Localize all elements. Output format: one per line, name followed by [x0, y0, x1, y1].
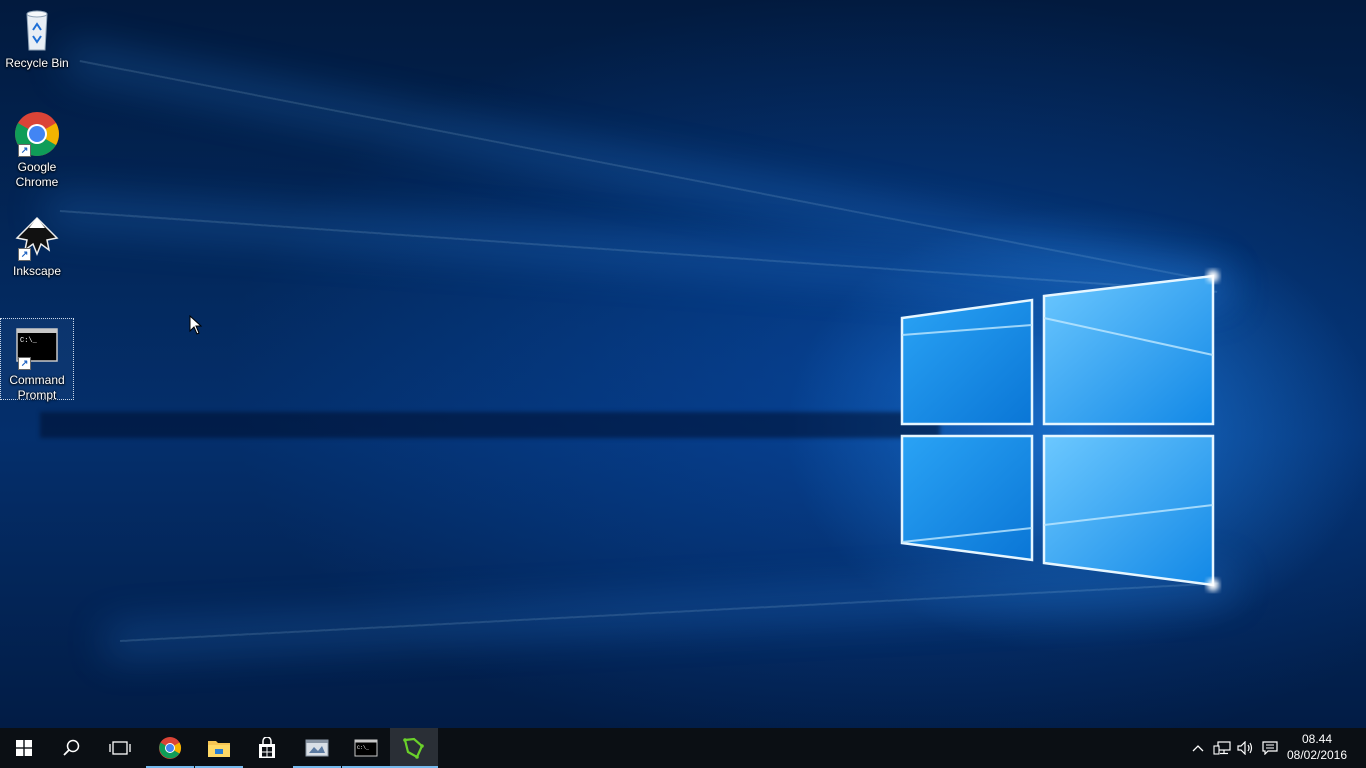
taskbar-chrome-button[interactable] [146, 728, 194, 768]
desktop[interactable]: Recycle Bin ↗ Google Chrome ↗ Inkscape C… [0, 0, 1366, 728]
chrome-icon [159, 737, 181, 759]
search-button[interactable] [48, 728, 96, 768]
taskbar: C:\_ 08.44 08/02/2016 [0, 728, 1366, 768]
taskbar-file-explorer-button[interactable] [195, 728, 243, 768]
task-view-button[interactable] [96, 728, 144, 768]
mouse-cursor-icon [189, 315, 203, 335]
desktop-icon-command-prompt[interactable]: C:\_ ↗ Command Prompt [0, 318, 74, 402]
shortcut-arrow-icon: ↗ [18, 144, 31, 157]
chrome-icon: ↗ [13, 110, 61, 158]
clock-time: 08.44 [1301, 732, 1333, 746]
start-button[interactable] [0, 728, 48, 768]
action-center-icon[interactable] [1258, 728, 1282, 768]
volume-icon[interactable] [1234, 728, 1258, 768]
task-view-icon [109, 741, 131, 755]
desktop-icon-label: Google Chrome [15, 160, 59, 189]
cmd-icon: C:\_ [354, 739, 378, 757]
svg-text:C:\_: C:\_ [20, 337, 38, 345]
taskbar-command-prompt-button[interactable]: C:\_ [342, 728, 390, 768]
taskbar-app-window-button[interactable] [293, 728, 341, 768]
desktop-icon-recycle-bin[interactable]: Recycle Bin [0, 6, 74, 71]
taskbar-green-app-button[interactable] [390, 728, 438, 768]
svg-text:C:\_: C:\_ [357, 745, 370, 751]
shortcut-arrow-icon: ↗ [18, 248, 31, 261]
windows-logo-icon [16, 740, 32, 756]
desktop-icon-google-chrome[interactable]: ↗ Google Chrome [0, 110, 74, 190]
desktop-icon-inkscape[interactable]: ↗ Inkscape [0, 214, 74, 279]
shortcut-arrow-icon: ↗ [18, 357, 31, 370]
app-window-icon [305, 739, 329, 757]
recycle-bin-icon [13, 6, 61, 54]
chevron-up-icon[interactable] [1186, 728, 1210, 768]
network-icon[interactable] [1210, 728, 1234, 768]
clock-date: 08/02/2016 [1286, 748, 1348, 762]
store-icon [259, 737, 275, 758]
desktop-icon-label: Command Prompt [9, 373, 65, 402]
desktop-icon-label: Recycle Bin [5, 56, 69, 70]
cmd-icon: C:\_ ↗ [13, 323, 61, 371]
clock[interactable]: 08.44 08/02/2016 [1282, 731, 1352, 763]
taskbar-store-button[interactable] [243, 728, 291, 768]
green-app-icon [403, 737, 424, 759]
folder-icon [208, 741, 230, 757]
search-icon [63, 739, 80, 756]
desktop-icon-label: Inkscape [12, 264, 62, 278]
inkscape-icon: ↗ [13, 214, 61, 262]
windows-wallpaper-logo [900, 270, 1219, 591]
